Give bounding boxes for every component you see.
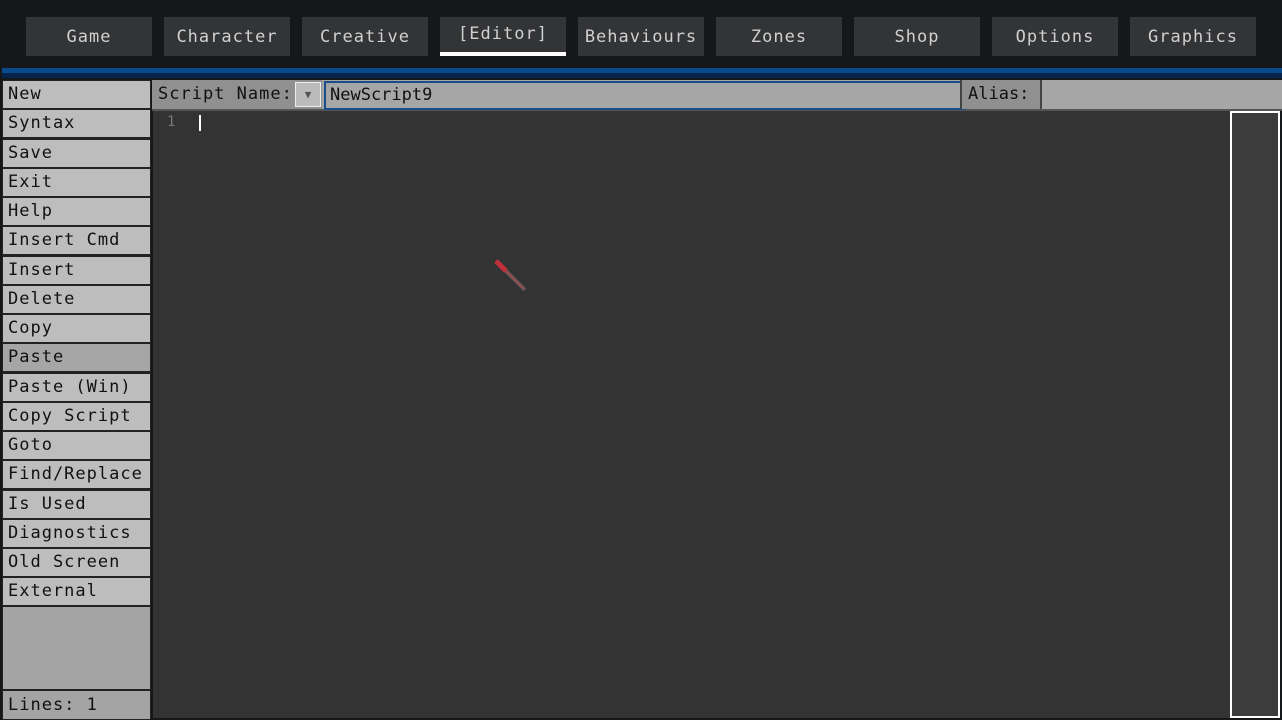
sidebar-button-paste[interactable]: Paste [2, 343, 151, 372]
alias-input[interactable] [1044, 80, 1282, 109]
code-editor[interactable]: 1 [153, 111, 1230, 718]
editor-sidebar: Lines: 1 New Syntax Save Exit Help Insert Cmd… [2, 80, 151, 720]
lines-count: Lines: 1 [2, 690, 151, 720]
sidebar-button-external[interactable]: External [2, 577, 151, 606]
alias-label: Alias: [960, 80, 1042, 109]
accent-bar-shadow [2, 73, 1282, 78]
script-header: Script Name: ▼ NewScript9 Alias: [152, 80, 1282, 111]
tab-behaviours[interactable]: Behaviours [578, 17, 704, 56]
sidebar-button-insert[interactable]: Insert [2, 256, 151, 285]
script-name-label-text: Script Name: [158, 84, 293, 104]
sword-cursor-icon [494, 259, 527, 292]
tab-options[interactable]: Options [992, 17, 1118, 56]
sidebar-button-copy[interactable]: Copy [2, 314, 151, 343]
sidebar-button-diagnostics[interactable]: Diagnostics [2, 519, 151, 548]
tab-creative[interactable]: Creative [302, 17, 428, 56]
tab-graphics[interactable]: Graphics [1130, 17, 1256, 56]
sidebar-button-help[interactable]: Help [2, 197, 151, 226]
tab-zones[interactable]: Zones [716, 17, 842, 56]
sidebar-button-syntax[interactable]: Syntax [2, 109, 151, 138]
sidebar-button-goto[interactable]: Goto [2, 431, 151, 460]
tab-game[interactable]: Game [26, 17, 152, 56]
sidebar-button-exit[interactable]: Exit [2, 168, 151, 197]
sidebar-button-old-screen[interactable]: Old Screen [2, 548, 151, 577]
sidebar-button-save[interactable]: Save [2, 139, 151, 168]
script-name-input[interactable]: NewScript9 [324, 81, 966, 110]
sidebar-button-paste-win[interactable]: Paste (Win) [2, 373, 151, 402]
tab-shop[interactable]: Shop [854, 17, 980, 56]
tab-editor[interactable]: [Editor] [440, 17, 566, 56]
sidebar-filler [2, 606, 151, 690]
sidebar-button-insert-cmd[interactable]: Insert Cmd [2, 226, 151, 255]
sidebar-button-copy-script[interactable]: Copy Script [2, 402, 151, 431]
line-number: 1 [167, 114, 176, 130]
text-caret [199, 115, 201, 131]
sidebar-button-is-used[interactable]: Is Used [2, 490, 151, 519]
sidebar-button-find-replace[interactable]: Find/Replace [2, 460, 151, 489]
script-dropdown-button[interactable]: ▼ [295, 82, 321, 107]
triangle-down-icon: ▼ [304, 88, 312, 101]
editor-scrollbar[interactable] [1230, 111, 1280, 718]
sidebar-button-new[interactable]: New [2, 80, 151, 109]
tab-character[interactable]: Character [164, 17, 290, 56]
sidebar-button-delete[interactable]: Delete [2, 285, 151, 314]
